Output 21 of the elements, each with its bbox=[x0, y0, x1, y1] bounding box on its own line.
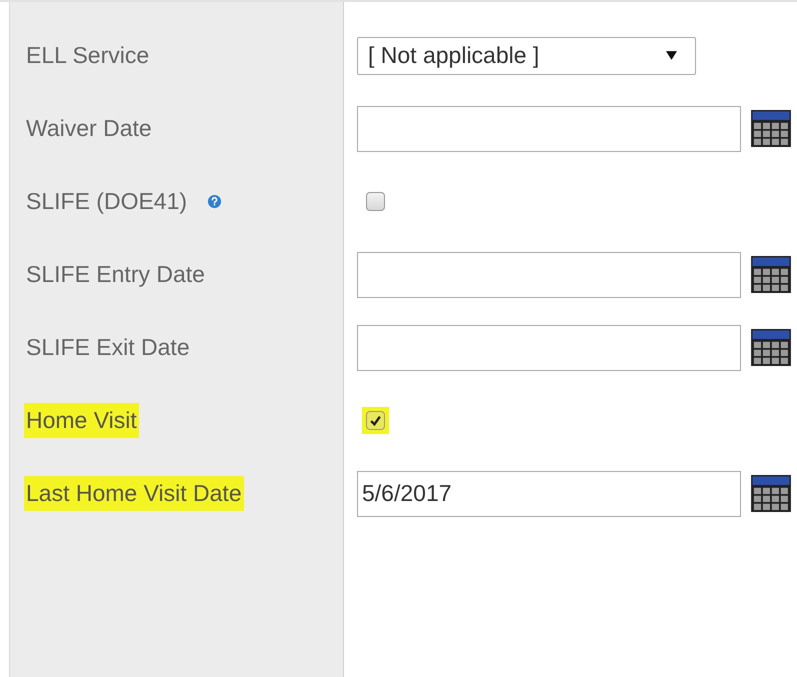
date-field[interactable] bbox=[357, 324, 741, 370]
date-field[interactable] bbox=[357, 252, 741, 298]
caret-icon bbox=[666, 51, 677, 60]
date-field[interactable] bbox=[357, 106, 741, 152]
checkbox[interactable] bbox=[366, 192, 385, 211]
checkmark-icon bbox=[369, 414, 382, 427]
field-label: SLIFE Exit Date bbox=[25, 333, 191, 362]
field-label: ELL Service bbox=[25, 41, 150, 70]
field-label: SLIFE Entry Date bbox=[25, 260, 206, 289]
calendar-icon[interactable] bbox=[751, 256, 791, 293]
calendar-icon[interactable] bbox=[751, 475, 791, 512]
calendar-icon[interactable] bbox=[751, 329, 791, 366]
date-field[interactable]: 5/6/2017 bbox=[357, 470, 741, 516]
field-label: Last Home Visit Date bbox=[24, 476, 244, 511]
field-label: Home Visit bbox=[24, 403, 139, 438]
help-icon[interactable] bbox=[207, 194, 222, 209]
field-label: Waiver Date bbox=[25, 114, 153, 143]
field-label: SLIFE (DOE41) bbox=[25, 187, 188, 216]
dropdown[interactable]: [ Not applicable ] bbox=[357, 36, 696, 74]
checkbox[interactable] bbox=[366, 411, 385, 430]
calendar-icon[interactable] bbox=[751, 110, 791, 147]
